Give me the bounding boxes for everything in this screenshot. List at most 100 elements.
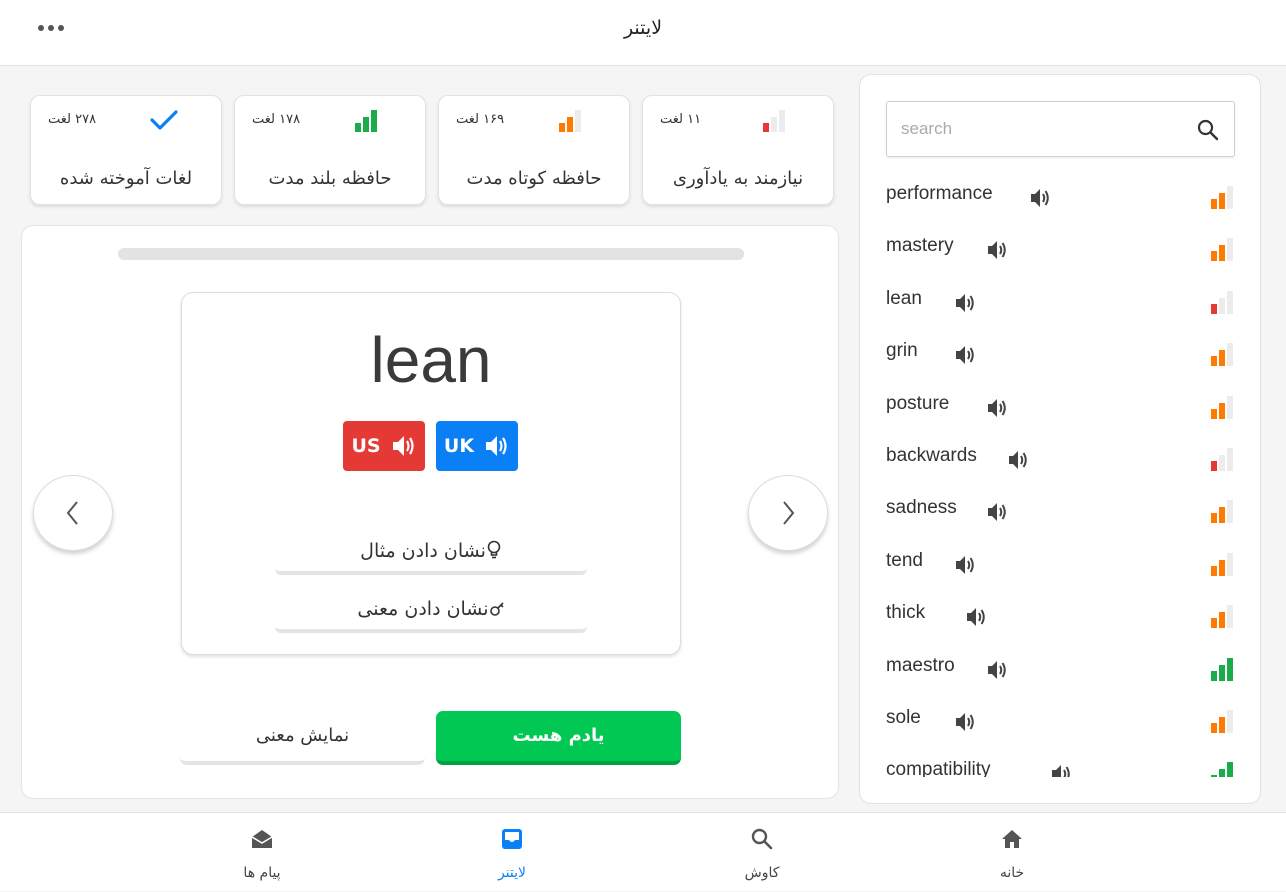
nav-label: لایتنر [497, 865, 527, 881]
word-list-item[interactable]: maestro [886, 647, 1238, 687]
speaker-icon[interactable] [965, 606, 989, 628]
stat-label: حافظه کوتاه مدت [466, 168, 602, 189]
word-list-item[interactable]: posture [886, 385, 1238, 425]
key-icon [489, 602, 504, 616]
word-list-item[interactable]: mastery [886, 227, 1238, 267]
word-list: performance mastery lean grin posture backwar… [860, 175, 1260, 777]
word-list-item[interactable]: sole [886, 699, 1238, 739]
stat-label: نیازمند به یادآوری [672, 168, 804, 189]
level-1-icon [1211, 448, 1233, 471]
previous-card-button[interactable] [33, 475, 113, 551]
word-list-item[interactable]: tend [886, 542, 1238, 582]
word-text[interactable]: tend [886, 550, 923, 572]
lightbulb-icon [487, 540, 501, 559]
speaker-icon[interactable] [954, 292, 978, 314]
nav-leitner[interactable]: لایتنر [452, 813, 572, 892]
speaker-icon[interactable] [954, 554, 978, 576]
word-list-item[interactable]: performance [886, 175, 1238, 215]
flashcard: lean US UK نشان دادن مثال نشان دادن معنی [181, 292, 681, 655]
level-2-icon [559, 110, 581, 132]
word-text[interactable]: grin [886, 340, 918, 362]
level-2-icon [1211, 343, 1233, 367]
stat-count: ۱۷۸ لغت [252, 112, 301, 127]
bottom-navigation: پیام ها لایتنر کاوش خانه [0, 812, 1286, 891]
nav-label: پیام ها [243, 865, 281, 881]
word-list-item[interactable]: compatibility [886, 751, 1238, 777]
word-list-item[interactable]: grin [886, 332, 1238, 372]
speaker-icon[interactable] [1007, 449, 1031, 471]
play-us-pronunciation-button[interactable]: US [343, 421, 425, 471]
stat-label: لغات آموخته شده [59, 168, 193, 189]
speaker-icon[interactable] [1029, 187, 1053, 209]
chevron-left-icon [66, 501, 78, 525]
level-2-icon [1211, 395, 1233, 419]
word-list-item[interactable]: sadness [886, 489, 1238, 529]
accent-label: UK [443, 435, 475, 457]
word-text[interactable]: lean [886, 288, 922, 310]
speaker-icon[interactable] [986, 659, 1010, 681]
stat-count: ۲۷۸ لغت [48, 112, 97, 127]
stat-card-long-term[interactable]: ۱۷۸ لغت حافظه بلند مدت [234, 95, 426, 205]
inbox-tray-icon [502, 829, 522, 849]
chevron-right-icon [783, 501, 795, 525]
word-list-item[interactable]: thick [886, 594, 1238, 634]
level-1-icon [763, 110, 785, 132]
speaker-icon[interactable] [954, 711, 978, 733]
word-list-item[interactable]: lean [886, 280, 1238, 320]
speaker-icon[interactable] [986, 239, 1010, 261]
level-2-icon [1211, 238, 1233, 262]
nav-explore[interactable]: کاوش [702, 813, 822, 892]
word-text[interactable]: backwards [886, 445, 977, 467]
page-title: لایتنر [623, 17, 663, 39]
search-input[interactable] [901, 116, 1181, 142]
speaker-icon[interactable] [954, 344, 978, 366]
top-app-bar: لایتنر [0, 0, 1286, 66]
nav-home[interactable]: خانه [952, 813, 1072, 892]
level-2-icon [1211, 552, 1233, 576]
stat-card-short-term[interactable]: ۱۶۹ لغت حافظه کوتاه مدت [438, 95, 630, 205]
i-remember-button[interactable]: یادم هست [436, 711, 681, 765]
speaker-icon[interactable] [986, 397, 1010, 419]
level-2-icon [1211, 605, 1233, 629]
nav-label: کاوش [744, 865, 780, 881]
flashcard-word: lean [370, 324, 492, 396]
play-uk-pronunciation-button[interactable]: UK [436, 421, 518, 471]
speaker-icon[interactable] [986, 501, 1010, 523]
show-meaning-label: نشان دادن معنی [357, 598, 489, 620]
level-2-icon [1211, 186, 1233, 209]
word-text[interactable]: sadness [886, 497, 957, 519]
show-meaning-toggle[interactable]: نشان دادن معنی [275, 589, 587, 633]
accent-label: US [351, 435, 381, 457]
word-text[interactable]: mastery [886, 235, 954, 257]
flashcard-panel: lean US UK نشان دادن مثال نشان دادن معنی… [21, 225, 839, 799]
stat-label: حافظه بلند مدت [268, 168, 392, 189]
word-text[interactable]: thick [886, 602, 925, 624]
review-progress-bar [118, 248, 744, 260]
speaker-icon [392, 436, 414, 456]
nav-label: خانه [999, 865, 1025, 881]
next-card-button[interactable] [748, 475, 828, 551]
check-icon [150, 110, 178, 130]
stat-card-learned[interactable]: ۲۷۸ لغت لغات آموخته شده [30, 95, 222, 205]
word-text[interactable]: posture [886, 393, 949, 415]
show-example-label: نشان دادن مثال [360, 540, 486, 562]
word-list-item[interactable]: backwards [886, 437, 1238, 477]
mail-open-icon [251, 830, 273, 848]
stat-count: ۱۶۹ لغت [456, 112, 505, 127]
nav-messages[interactable]: پیام ها [202, 813, 322, 892]
search-icon[interactable] [1196, 118, 1220, 142]
word-text[interactable]: performance [886, 183, 993, 205]
stat-count: ۱۱ لغت [660, 112, 702, 127]
speaker-icon[interactable] [1050, 763, 1074, 777]
search-box [886, 101, 1235, 157]
show-example-button[interactable]: نشان دادن مثال [275, 531, 587, 575]
word-list-panel: performance mastery lean grin posture backwar… [859, 74, 1261, 804]
level-3-icon [355, 110, 377, 132]
show-meaning-button[interactable]: نمایش معنی [180, 711, 425, 765]
level-2-icon [1211, 710, 1233, 733]
word-text[interactable]: sole [886, 707, 921, 729]
word-text[interactable]: compatibility [886, 759, 991, 777]
stat-card-needs-review[interactable]: ۱۱ لغت نیازمند به یادآوری [642, 95, 834, 205]
level-1-icon [1211, 290, 1233, 314]
word-text[interactable]: maestro [886, 655, 955, 677]
